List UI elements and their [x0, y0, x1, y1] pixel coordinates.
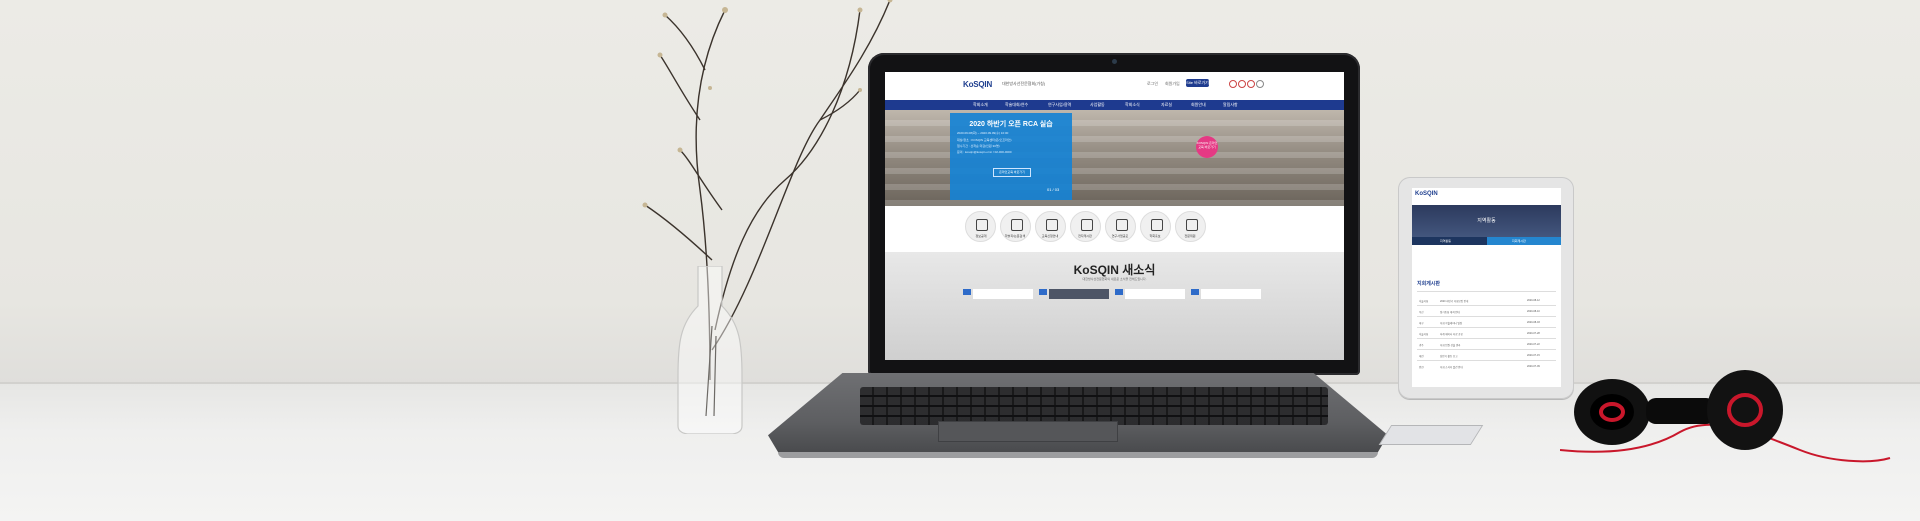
news-section: KoSQIN 새소식 대한방사선전문협회의 새로운 소식을 전해드립니다. — [885, 252, 1344, 360]
nav-item-about[interactable]: 학회소개 — [973, 102, 988, 108]
table-cell: 서울지회 — [1419, 300, 1429, 303]
site-shortcut-button[interactable]: Site 바로가기 — [1186, 79, 1209, 87]
logo-subtitle: 대한방사선전문협회(가칭) — [1002, 81, 1046, 86]
nav-item-archive[interactable]: 자료실 — [1161, 102, 1172, 108]
clipboard-icon — [1081, 219, 1093, 231]
hero-detail-2: 접수기간 : 선착순 마감(인원 30명) — [957, 144, 1000, 148]
sitemap-icon[interactable] — [1256, 80, 1264, 88]
laptop-screen: KoSQIN 대한방사선전문협회(가칭) 로그인 회원가입 Site 바로가기 … — [885, 72, 1344, 360]
table-cell: 대구 — [1419, 322, 1424, 325]
hero-cta-button[interactable]: 온라인교육 바로가기 — [993, 168, 1031, 177]
headphones-decor — [1560, 370, 1891, 463]
table-divider — [1417, 338, 1556, 339]
hero-detail-3: 문의 : kosqin@kosqin.or.kr / 02-000-0000 — [957, 150, 1012, 154]
news-card[interactable] — [1125, 289, 1185, 299]
webcam-icon — [1112, 59, 1117, 64]
table-divider — [1417, 316, 1556, 317]
keyboard-rows — [860, 387, 1328, 425]
document-icon — [1011, 219, 1023, 231]
tablet-section-title: 지회게시판 — [1417, 281, 1441, 287]
youtube-icon[interactable] — [1247, 80, 1255, 88]
site-header: KoSQIN 대한방사선전문협회(가칭) 로그인 회원가입 Site 바로가기 — [885, 72, 1344, 100]
signup-link[interactable]: 회원가입 — [1165, 81, 1180, 87]
quick-label-3: 전자게시판 — [1078, 234, 1092, 238]
table-divider — [1417, 305, 1556, 306]
table-cell: 2020-07-09 — [1527, 365, 1540, 368]
news-title: KoSQIN 새소식 — [1073, 263, 1156, 277]
table-cell: 2020-07-15 — [1527, 354, 1540, 357]
quick-label-2: 교육신청안내 — [1041, 234, 1059, 238]
quick-links: 정보공개 학술지/논문검색 교육신청안내 전자게시판 연구사업공모 학회홍보 전… — [885, 206, 1344, 252]
table-cell[interactable]: 정기총회 개최 안내 — [1440, 310, 1460, 314]
table-divider — [1417, 349, 1556, 350]
nav-item-business[interactable]: 사업활동 — [1090, 102, 1105, 108]
tablet-screen: KoSQIN 지역활동 지역활동 지회게시판 지회게시판 서울지회 2020 하… — [1412, 188, 1561, 387]
nav-item-conference[interactable]: 학술대회/연수 — [1005, 102, 1028, 108]
table-cell: 인천 — [1419, 366, 1424, 369]
glass-vase — [677, 266, 743, 434]
person-icon — [976, 219, 988, 231]
table-cell: 광주 — [1419, 344, 1424, 347]
hero-pagination: 01 / 03 — [1047, 187, 1060, 192]
logo-text: KoSQIN — [963, 80, 993, 89]
quick-label-6: 전문위원 — [1184, 234, 1196, 238]
hero-card: 2020 하반기 오픈 RCA 실습 2020.09.08(화) ~ 2020.… — [950, 113, 1072, 200]
table-divider — [1417, 360, 1556, 361]
table-cell[interactable]: 상반기 활동 보고 — [1440, 354, 1458, 358]
table-cell[interactable]: 하계 세미나 자료 공유 — [1440, 332, 1463, 336]
table-cell: 2020-08-10 — [1527, 310, 1540, 313]
online-education-badge[interactable]: KOSQIN 온라인교육 바로가기 — [1196, 136, 1218, 158]
nav-item-news[interactable]: 학회소식 — [1125, 102, 1140, 108]
table-cell: 2020-08-12 — [1527, 299, 1540, 302]
news-card[interactable] — [973, 289, 1033, 299]
quick-label-1: 학술지/논문검색 — [1004, 234, 1026, 238]
monitor-icon — [1151, 219, 1163, 231]
blog-icon[interactable] — [1238, 80, 1246, 88]
tab-chapter-board[interactable]: 지회게시판 — [1512, 239, 1526, 243]
login-link[interactable]: 로그인 — [1147, 81, 1158, 87]
smartphone — [1378, 425, 1484, 445]
hero-date: 2020.09.08(화) ~ 2020.09.09(수) 10:00 — [957, 131, 1009, 135]
facebook-icon[interactable] — [1229, 80, 1237, 88]
presentation-icon — [1116, 219, 1128, 231]
news-tag — [1039, 289, 1047, 295]
table-divider — [1417, 291, 1556, 292]
laptop-touchpad — [938, 421, 1118, 442]
news-tag — [1115, 289, 1123, 295]
table-cell: 2020-07-28 — [1527, 332, 1540, 335]
news-card[interactable] — [1201, 289, 1261, 299]
hero-title: 2020 하반기 오픈 RCA 실습 — [969, 121, 1053, 128]
tablet-banner-title: 지역활동 — [1477, 218, 1496, 224]
main-nav: 학회소개 학술대회/연수 연구사업/용역 사업활동 학회소식 자료실 회원안내 … — [885, 100, 1344, 110]
table-cell[interactable]: 지회 소식지 발간 안내 — [1440, 365, 1463, 369]
nav-item-members[interactable]: 회원안내 — [1191, 102, 1206, 108]
table-cell: 부산 — [1419, 311, 1424, 314]
table-cell[interactable]: 지회 임원 선출 결과 — [1440, 343, 1460, 347]
table-cell: 서울지회 — [1419, 333, 1429, 336]
table-cell: 2020-08-03 — [1527, 321, 1540, 324]
table-cell: 대전 — [1419, 355, 1424, 358]
tablet-logo[interactable]: KoSQIN — [1415, 191, 1438, 197]
tablet-banner: 지역활동 — [1412, 205, 1561, 237]
tab-regional-activity[interactable]: 지역활동 — [1440, 239, 1451, 243]
table-cell[interactable]: 지회 학술세미나 일정 — [1440, 321, 1462, 325]
laptop-front-edge — [778, 452, 1378, 458]
search-icon — [1046, 219, 1058, 231]
quick-label-4: 연구사업공모 — [1111, 234, 1129, 238]
site-logo[interactable]: KoSQIN — [963, 80, 992, 89]
quick-label-5: 학회홍보 — [1149, 234, 1161, 238]
news-subtitle: 대한방사선전문협회의 새로운 소식을 전해드립니다. — [1082, 277, 1147, 281]
news-tag — [963, 289, 971, 295]
hero-detail-1: 대상/장소 : KOSQIN 교육센터(온/오프라인) — [957, 138, 1012, 142]
news-card[interactable] — [1049, 289, 1109, 299]
book-icon — [1186, 219, 1198, 231]
table-cell: 2020-07-22 — [1527, 343, 1540, 346]
table-cell[interactable]: 2020 하반기 지회모임 안내 — [1440, 299, 1468, 303]
nav-item-notice[interactable]: 알림사항 — [1223, 102, 1238, 108]
nav-item-research[interactable]: 연구사업/용역 — [1048, 102, 1071, 108]
news-tag — [1191, 289, 1199, 295]
table-divider — [1417, 327, 1556, 328]
